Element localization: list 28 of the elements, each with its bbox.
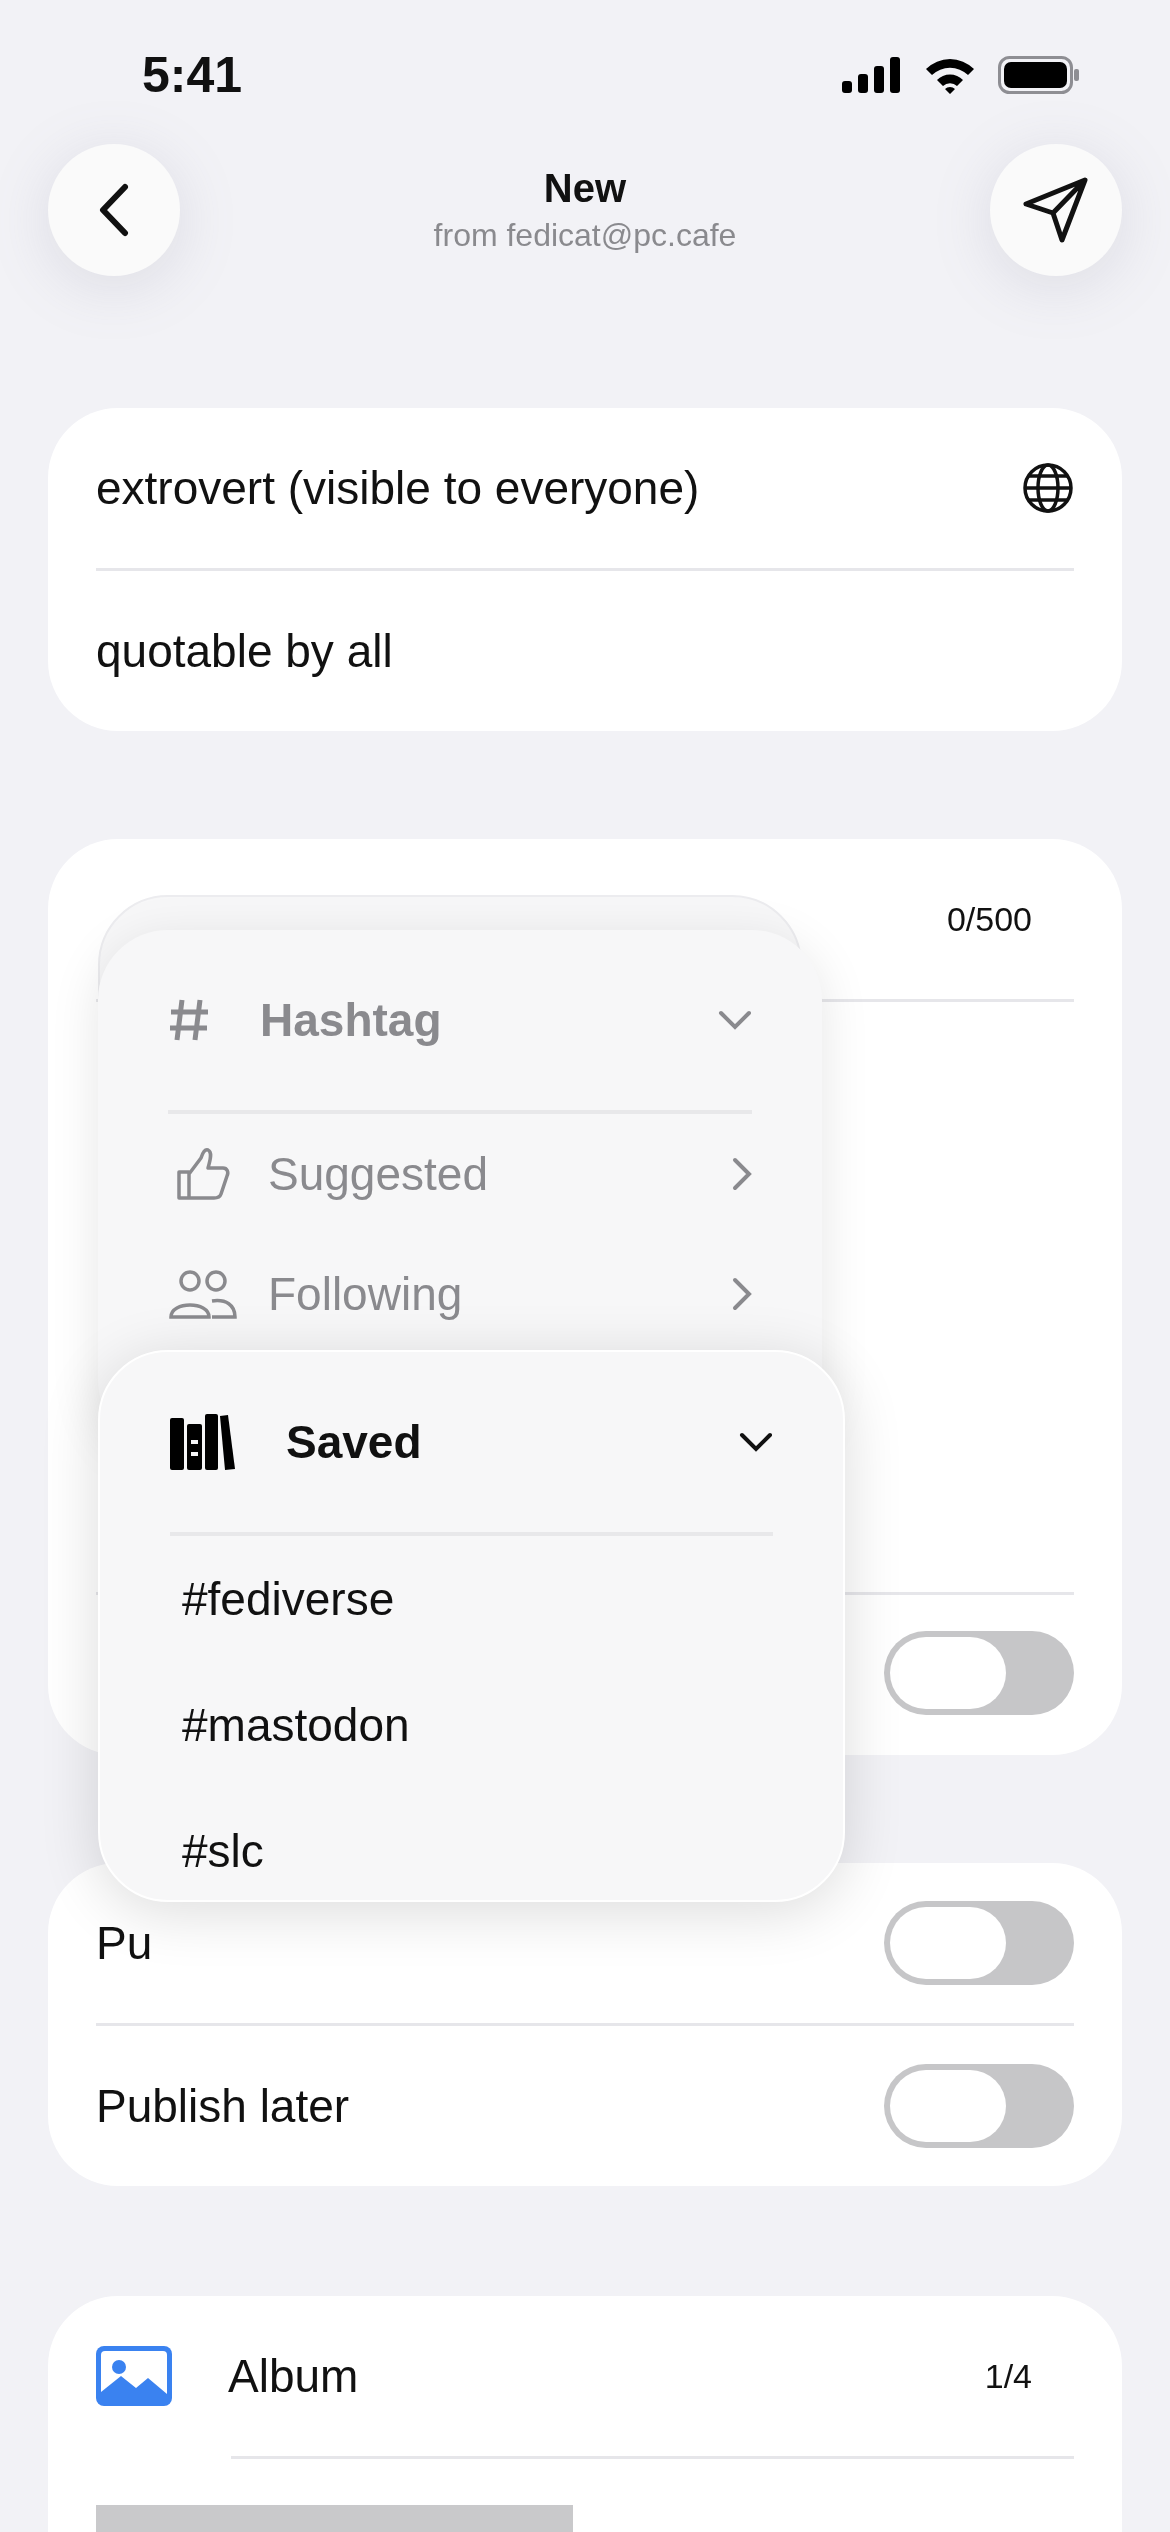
back-icon [99,183,129,237]
people-icon [168,1269,238,1319]
status-time: 5:41 [142,46,243,104]
audience-row[interactable]: extrovert (visible to everyone) [96,408,1074,568]
chevron-right-icon [732,1157,752,1191]
album-label: Album [228,2349,360,2403]
character-counter: 0/500 [946,899,1032,939]
saved-hashtag[interactable]: #slc [170,1788,773,1914]
chevron-down-icon [739,1432,773,1452]
battery-icon [998,56,1080,94]
audience-row[interactable]: quotable by all [96,571,1074,731]
books-icon [170,1414,236,1470]
paper-plane-icon [1021,175,1091,245]
chevron-right-icon [732,1277,752,1311]
saved-hashtag[interactable]: #fediverse [170,1536,773,1662]
image-icon [96,2346,172,2406]
hash-icon [168,997,210,1043]
wifi-icon [924,56,976,94]
globe-icon [1022,462,1074,514]
option-label: Publish later [96,2079,350,2133]
chevron-down-icon [718,1010,752,1030]
option-label: Pu [96,1916,153,1970]
saved-menu-header[interactable]: Saved [170,1352,773,1532]
sender-account: from fedicat@pc.cafe [433,217,737,254]
signal-icon [842,57,902,93]
album-count: 1/4 [984,2356,1032,2396]
saved-hashtag[interactable]: #mastodon [170,1662,773,1788]
screen-title: New [543,166,627,211]
